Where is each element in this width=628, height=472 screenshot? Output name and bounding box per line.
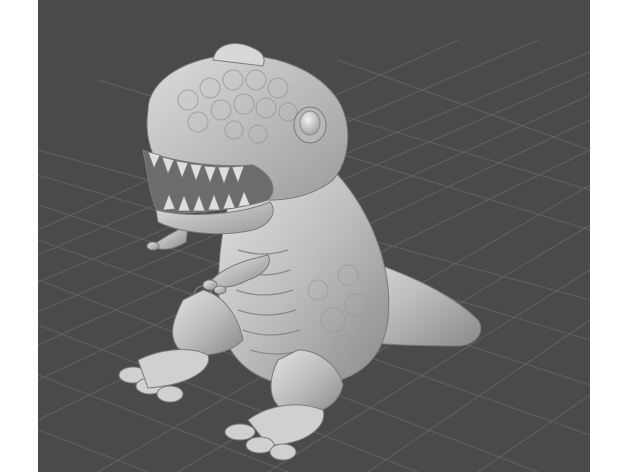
viewport-canvas[interactable] bbox=[38, 0, 590, 472]
3d-viewport[interactable] bbox=[38, 0, 590, 472]
dino-right-foot bbox=[224, 404, 325, 461]
dino-eye bbox=[293, 106, 327, 144]
dino-left-foot bbox=[118, 349, 210, 403]
dinosaur-model[interactable] bbox=[118, 43, 482, 461]
